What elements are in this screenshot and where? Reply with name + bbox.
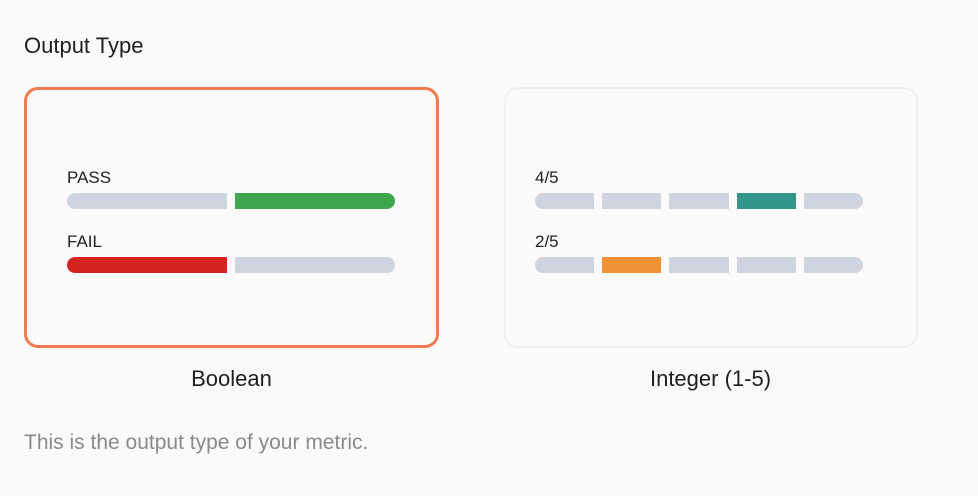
inactive-segment [235,257,395,273]
row-label-fail: FAIL [67,232,102,251]
inactive-segment [669,193,729,209]
help-text: This is the output type of your metric. [24,431,369,454]
inactive-segment [669,257,729,273]
section-title: Output Type [24,33,144,58]
active-segment [736,193,796,209]
row-label-2-of-5: 2/5 [535,232,559,251]
active-segment [67,257,227,273]
active-segment [602,257,662,273]
inactive-segment [67,193,227,209]
inactive-segment [803,257,863,273]
inactive-segment [535,257,595,273]
inactive-segment [803,193,863,209]
inactive-segment [535,193,595,209]
row-label-pass: PASS [67,168,112,187]
inactive-segment [736,257,796,273]
option-card-boolean[interactable]: PASS FAIL [24,87,439,348]
active-segment [235,193,395,209]
inactive-segment [602,193,662,209]
option-label-integer[interactable]: Integer (1-5) [503,366,918,392]
option-card-integer[interactable]: 4/5 2/5 [504,87,918,348]
option-label-boolean[interactable]: Boolean [24,366,439,392]
row-label-4-of-5: 4/5 [535,168,559,187]
